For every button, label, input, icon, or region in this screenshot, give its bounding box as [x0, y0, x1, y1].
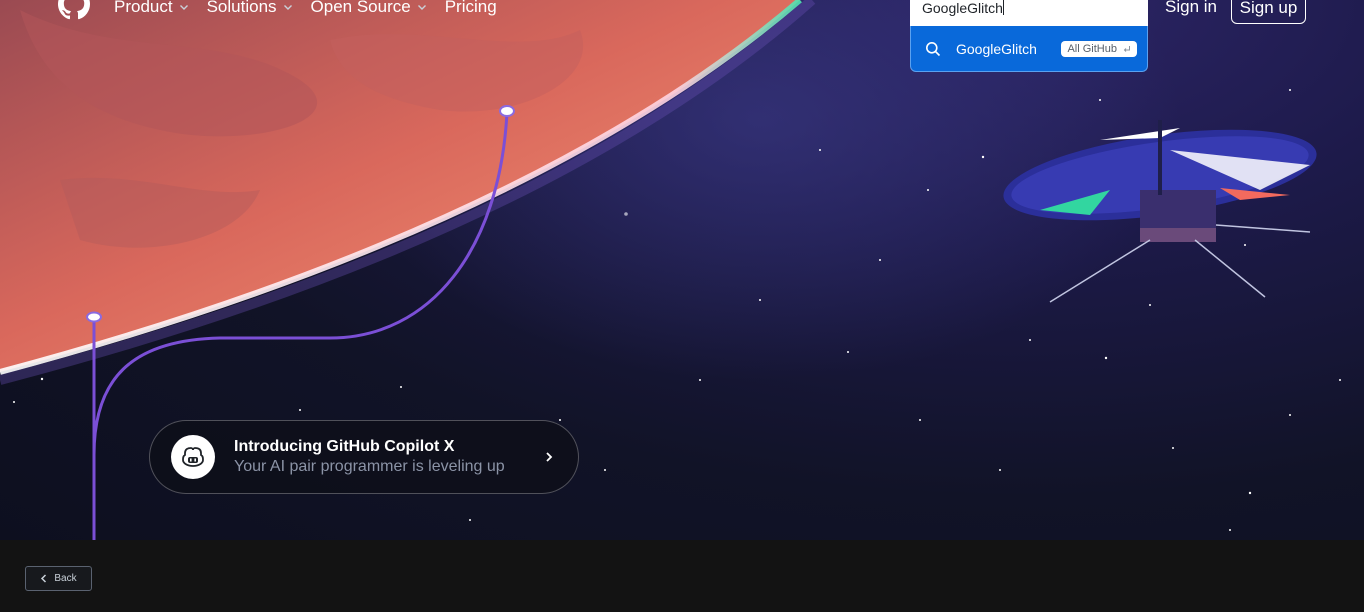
search-suggestion-text: GoogleGlitch — [956, 40, 1037, 57]
search-icon — [926, 41, 941, 56]
nav-pricing[interactable]: Pricing — [445, 0, 497, 17]
search-input[interactable]: GoogleGlitch — [910, 0, 1148, 26]
chevron-left-icon — [41, 574, 47, 583]
trail-node — [86, 311, 102, 323]
hero-section: Product Solutions Open Source Pricing Go… — [0, 0, 1364, 540]
main-nav: Product Solutions Open Source Pricing — [114, 0, 497, 17]
back-label: Back — [54, 573, 77, 584]
sign-in-link[interactable]: Sign in — [1165, 0, 1217, 17]
back-button[interactable]: Back — [25, 566, 92, 591]
github-logo-icon[interactable] — [58, 0, 90, 20]
search-input-value: GoogleGlitch — [922, 0, 1003, 16]
nav-solutions-label: Solutions — [206, 0, 277, 16]
sign-up-button[interactable]: Sign up — [1231, 0, 1306, 24]
nav-open-source[interactable]: Open Source — [311, 0, 427, 17]
promo-title: Introducing GitHub Copilot X — [234, 438, 455, 455]
search-scope-label: All GitHub — [1067, 42, 1117, 55]
copilot-promo-banner[interactable]: Introducing GitHub Copilot X Your AI pai… — [149, 420, 579, 494]
promo-subtitle: Your AI pair programmer is leveling up — [234, 458, 505, 475]
search-suggestion[interactable]: GoogleGlitch All GitHub — [910, 26, 1148, 72]
nav-product-label: Product — [114, 0, 173, 16]
search-scope-badge: All GitHub — [1061, 40, 1137, 57]
trail-node — [499, 105, 515, 117]
promo-text: Introducing GitHub Copilot X Your AI pai… — [234, 438, 505, 476]
chevron-down-icon — [179, 5, 188, 10]
text-caret — [1002, 0, 1004, 15]
chevron-down-icon — [417, 5, 426, 10]
sign-up-label: Sign up — [1239, 0, 1298, 17]
nav-product[interactable]: Product — [114, 0, 189, 17]
chevron-right-icon — [546, 452, 553, 462]
nav-pricing-label: Pricing — [444, 0, 497, 16]
return-icon — [1123, 45, 1130, 52]
nav-solutions[interactable]: Solutions — [207, 0, 293, 17]
bottom-bar: Back — [0, 540, 1364, 612]
chevron-down-icon — [283, 5, 292, 10]
copilot-icon — [171, 435, 215, 479]
nav-open-source-label: Open Source — [310, 0, 411, 16]
